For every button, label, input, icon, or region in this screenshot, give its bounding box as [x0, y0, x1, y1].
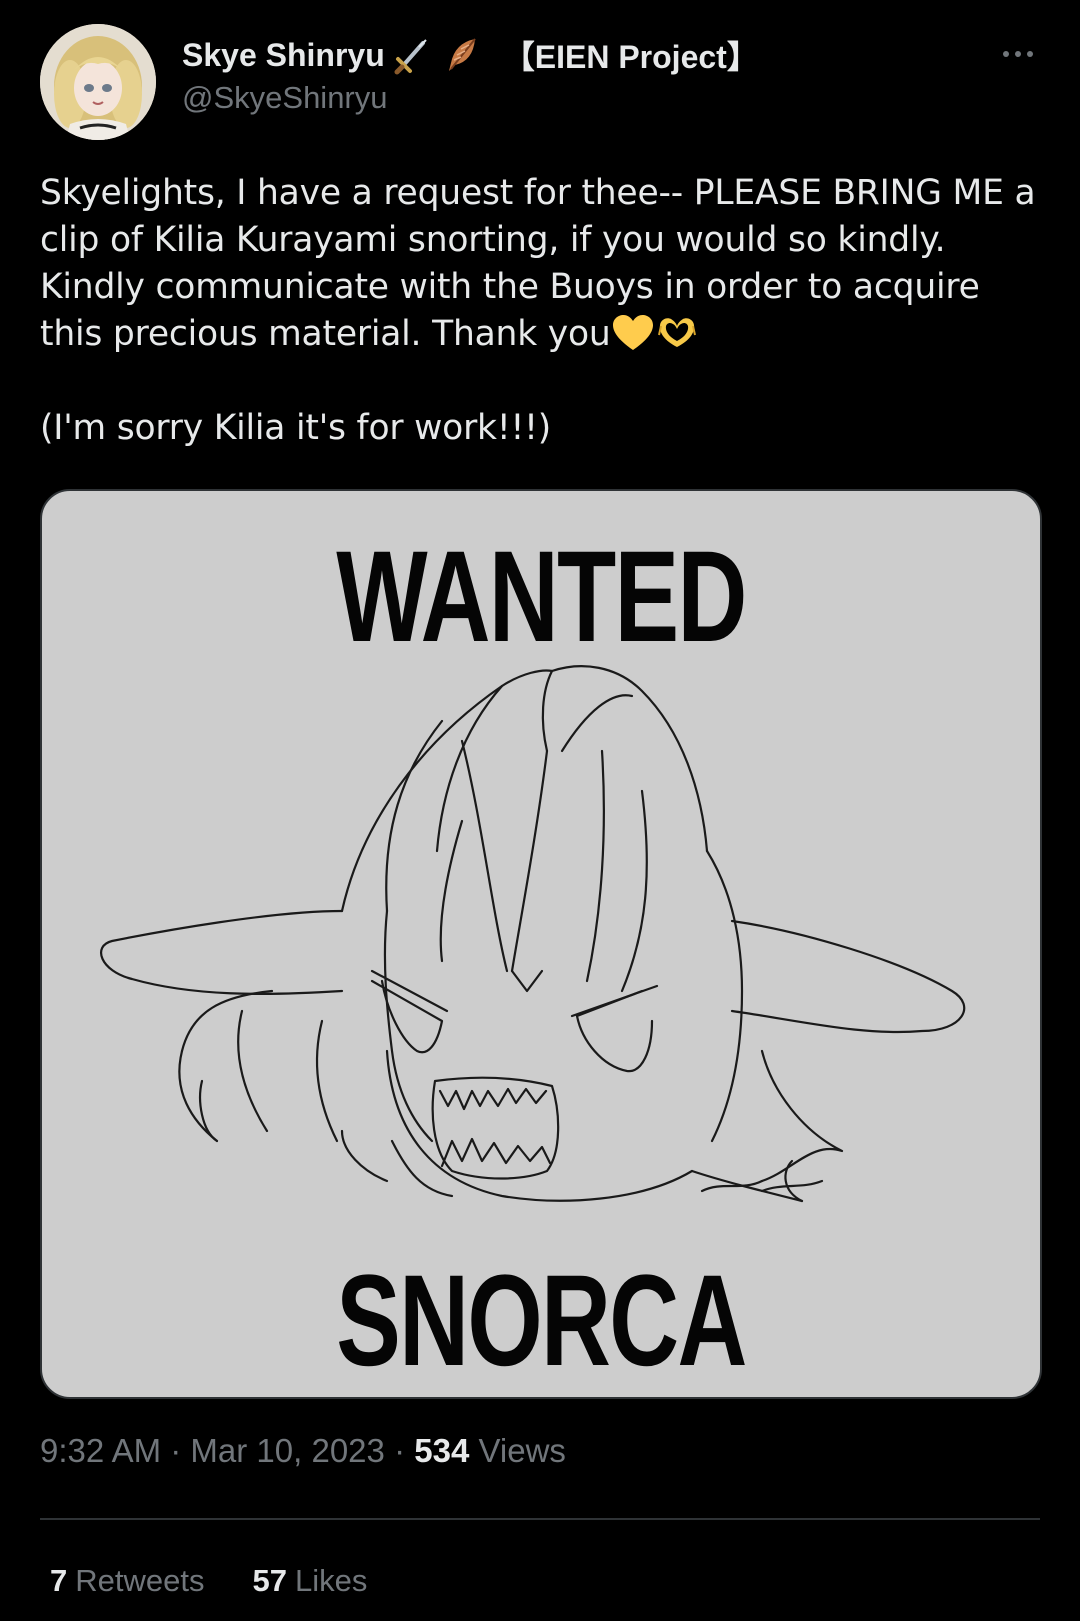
views-label: Views	[478, 1432, 566, 1469]
meta-separator: ·	[170, 1432, 182, 1469]
author-handle[interactable]: @SkyeShinryu	[182, 80, 388, 116]
more-horizontal-icon	[1003, 51, 1009, 57]
likes-stat[interactable]: 57 Likes	[252, 1563, 367, 1599]
tweet-date[interactable]: Mar 10, 2023	[190, 1432, 384, 1469]
tweet-time[interactable]: 9:32 AM	[40, 1432, 161, 1469]
tweet-text: Skyelights, I have a request for thee-- …	[40, 170, 1040, 452]
divider	[40, 1518, 1040, 1520]
retweets-label: Retweets	[75, 1563, 205, 1598]
likes-label: Likes	[294, 1563, 368, 1598]
avatar[interactable]	[40, 24, 156, 140]
yellow-heart-icon	[611, 313, 655, 353]
display-name[interactable]: Skye Shinryu	[182, 37, 385, 74]
tweet-paragraph: Skyelights, I have a request for thee-- …	[40, 170, 1040, 358]
retweets-stat[interactable]: 7 Retweets	[50, 1563, 204, 1599]
name-tag: 【EIEN Project】	[502, 39, 759, 75]
more-options-button[interactable]	[996, 36, 1040, 72]
tweet-header: Skye Shinryu 【EIEN Project】 @SkyeShinryu	[40, 22, 1040, 140]
poster-top-text: WANTED	[336, 524, 747, 670]
engagement-stats: 7 Retweets 57 Likes	[50, 1563, 415, 1599]
dagger-icon	[393, 35, 433, 75]
author-name-row[interactable]: Skye Shinryu 【EIEN Project】	[182, 32, 759, 78]
likes-count: 57	[252, 1563, 287, 1598]
retweets-count: 7	[50, 1563, 68, 1598]
feather-icon	[441, 35, 481, 75]
views-count: 534	[414, 1432, 470, 1469]
meta-separator: ·	[394, 1432, 406, 1469]
tweet-metadata: 9:32 AM · Mar 10, 2023 · 534 Views	[40, 1432, 566, 1470]
tweet-paragraph: (I'm sorry Kilia it's for work!!!)	[40, 408, 551, 448]
heart-hands-icon	[655, 313, 699, 353]
avatar-image	[40, 24, 156, 140]
poster-bottom-text: SNORCA	[336, 1248, 747, 1394]
tweet-paragraph-text: Skyelights, I have a request for thee-- …	[40, 173, 1036, 354]
tweet-media-image[interactable]: WANTED SNORCA	[40, 489, 1042, 1399]
